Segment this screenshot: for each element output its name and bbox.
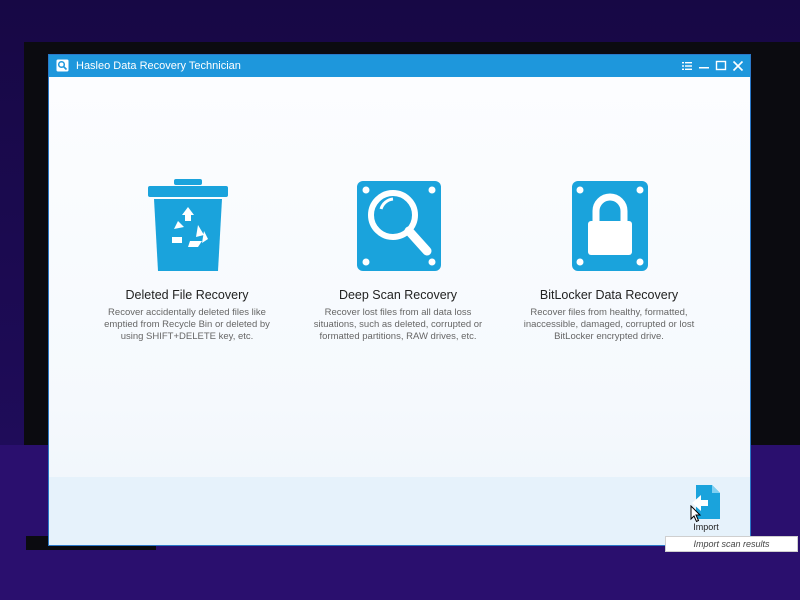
menu-list-icon[interactable]: [678, 57, 696, 75]
import-label: Import: [693, 522, 719, 532]
card-title: BitLocker Data Recovery: [539, 288, 679, 302]
main-content: Deleted File Recovery Recover accidental…: [49, 77, 750, 545]
recycle-bin-icon: [148, 179, 228, 271]
deep-scan-recovery-card[interactable]: Deep Scan Recovery Recover lost files fr…: [283, 177, 513, 357]
card-description: Recover files from healthy, formatted, i…: [523, 307, 695, 342]
magnifier-icon: [357, 181, 441, 271]
card-description: Recover lost files from all data loss si…: [313, 307, 483, 342]
card-description: Recover accidentally deleted files like …: [104, 307, 270, 342]
minimize-icon[interactable]: [695, 57, 713, 75]
bottom-band: [49, 477, 750, 545]
app-window: Hasleo Data Recovery Technician Deleted …: [49, 55, 798, 552]
padlock-icon: [572, 181, 648, 271]
card-title: Deleted File Recovery: [125, 288, 249, 302]
title-bar[interactable]: Hasleo Data Recovery Technician: [49, 55, 750, 77]
window-title: Hasleo Data Recovery Technician: [76, 60, 241, 72]
mouse-cursor-icon: [690, 505, 702, 523]
close-icon[interactable]: [729, 57, 747, 75]
card-title: Deep Scan Recovery: [338, 288, 458, 302]
bitlocker-data-recovery-card[interactable]: BitLocker Data Recovery Recover files fr…: [494, 177, 724, 357]
app-logo-icon: [56, 59, 69, 72]
maximize-icon[interactable]: [712, 57, 730, 75]
import-tooltip: Import scan results: [665, 536, 798, 552]
deleted-file-recovery-card[interactable]: Deleted File Recovery Recover accidental…: [72, 177, 302, 357]
